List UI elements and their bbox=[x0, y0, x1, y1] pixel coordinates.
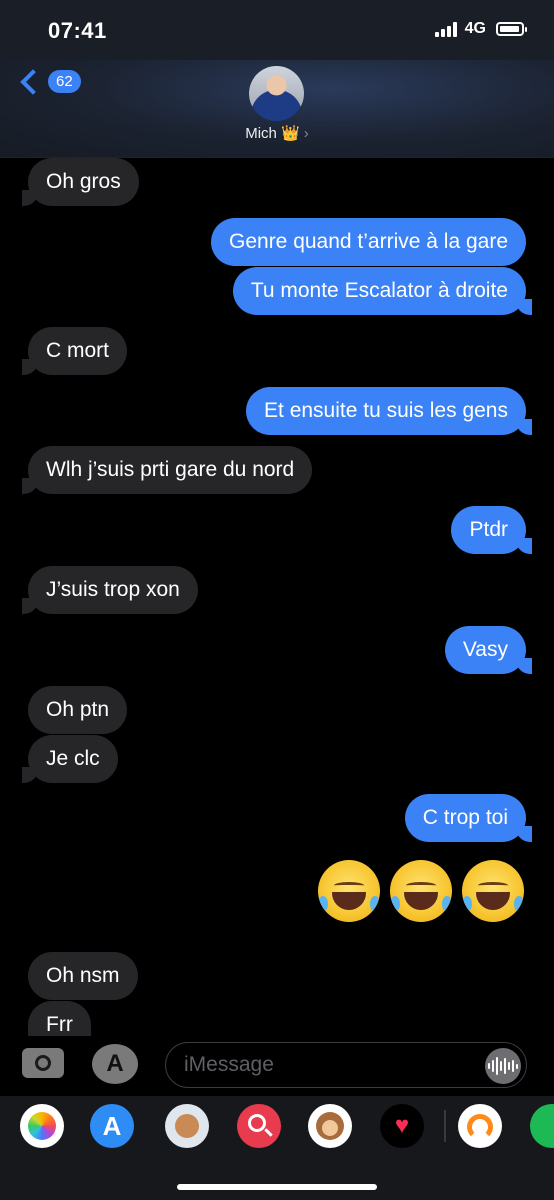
message-bubble-outgoing[interactable]: Vasy bbox=[444, 626, 533, 674]
cellular-signal-icon bbox=[434, 21, 457, 37]
message-bubble-outgoing[interactable]: C trop toi bbox=[404, 794, 533, 842]
message-bubble-incoming[interactable]: Je clc bbox=[22, 735, 118, 783]
message-bubble-incoming[interactable]: Frr bbox=[28, 1001, 91, 1036]
arc-app-icon[interactable] bbox=[458, 1104, 502, 1148]
message-bubble-incoming[interactable]: Oh nsm bbox=[28, 952, 138, 1000]
memoji-icon[interactable] bbox=[165, 1104, 209, 1148]
contact-name-button[interactable]: Mich 👑 › bbox=[0, 124, 554, 142]
divider bbox=[444, 1110, 446, 1142]
message-bubble-incoming[interactable]: Oh gros bbox=[22, 158, 139, 206]
animoji-icon[interactable] bbox=[308, 1104, 352, 1148]
message-bubble-outgoing[interactable]: Ptdr bbox=[451, 506, 532, 554]
emoji-message[interactable] bbox=[318, 860, 524, 922]
message-composer: A bbox=[0, 1036, 554, 1096]
unread-count-badge: 62 bbox=[48, 70, 81, 93]
battery-icon bbox=[496, 22, 527, 36]
message-bubble-outgoing[interactable]: Tu monte Escalator à droite bbox=[232, 267, 533, 315]
tears-of-joy-emoji bbox=[462, 860, 524, 922]
message-bubble-incoming[interactable]: J’suis trop xon bbox=[22, 566, 198, 614]
digital-touch-icon[interactable]: ♥ bbox=[380, 1104, 424, 1148]
camera-icon[interactable] bbox=[22, 1048, 64, 1078]
web-search-icon[interactable] bbox=[237, 1104, 281, 1148]
message-input[interactable] bbox=[165, 1042, 527, 1088]
chevron-left-icon bbox=[20, 68, 46, 95]
tears-of-joy-emoji bbox=[390, 860, 452, 922]
conversation-header: 62 Mich 👑 › bbox=[0, 60, 554, 158]
clock: 07:41 bbox=[48, 18, 107, 43]
photos-icon[interactable] bbox=[20, 1104, 64, 1148]
back-button[interactable]: 62 bbox=[16, 68, 81, 95]
status-icons: 4G bbox=[434, 20, 527, 38]
tears-of-joy-emoji bbox=[318, 860, 380, 922]
message-bubble-incoming[interactable]: C mort bbox=[22, 327, 127, 375]
contact-avatar[interactable] bbox=[249, 66, 304, 121]
audio-message-icon[interactable] bbox=[485, 1048, 521, 1084]
app-store-icon[interactable]: A bbox=[90, 1104, 134, 1148]
home-indicator[interactable] bbox=[177, 1184, 377, 1190]
message-bubble-outgoing[interactable]: Et ensuite tu suis les gens bbox=[246, 387, 532, 435]
status-bar: 07:41 4G bbox=[0, 0, 554, 60]
message-bubble-incoming[interactable]: Oh ptn bbox=[28, 686, 128, 734]
message-bubble-incoming[interactable]: Wlh j’suis prti gare du nord bbox=[21, 446, 313, 494]
network-type: 4G bbox=[464, 20, 486, 37]
contact-name: Mich 👑 bbox=[245, 125, 300, 142]
app-store-icon[interactable]: A bbox=[92, 1044, 138, 1084]
chevron-right-icon: › bbox=[303, 125, 309, 142]
message-bubble-outgoing[interactable]: Genre quand t’arrive à la gare bbox=[211, 218, 526, 266]
spotify-icon[interactable] bbox=[530, 1104, 554, 1148]
